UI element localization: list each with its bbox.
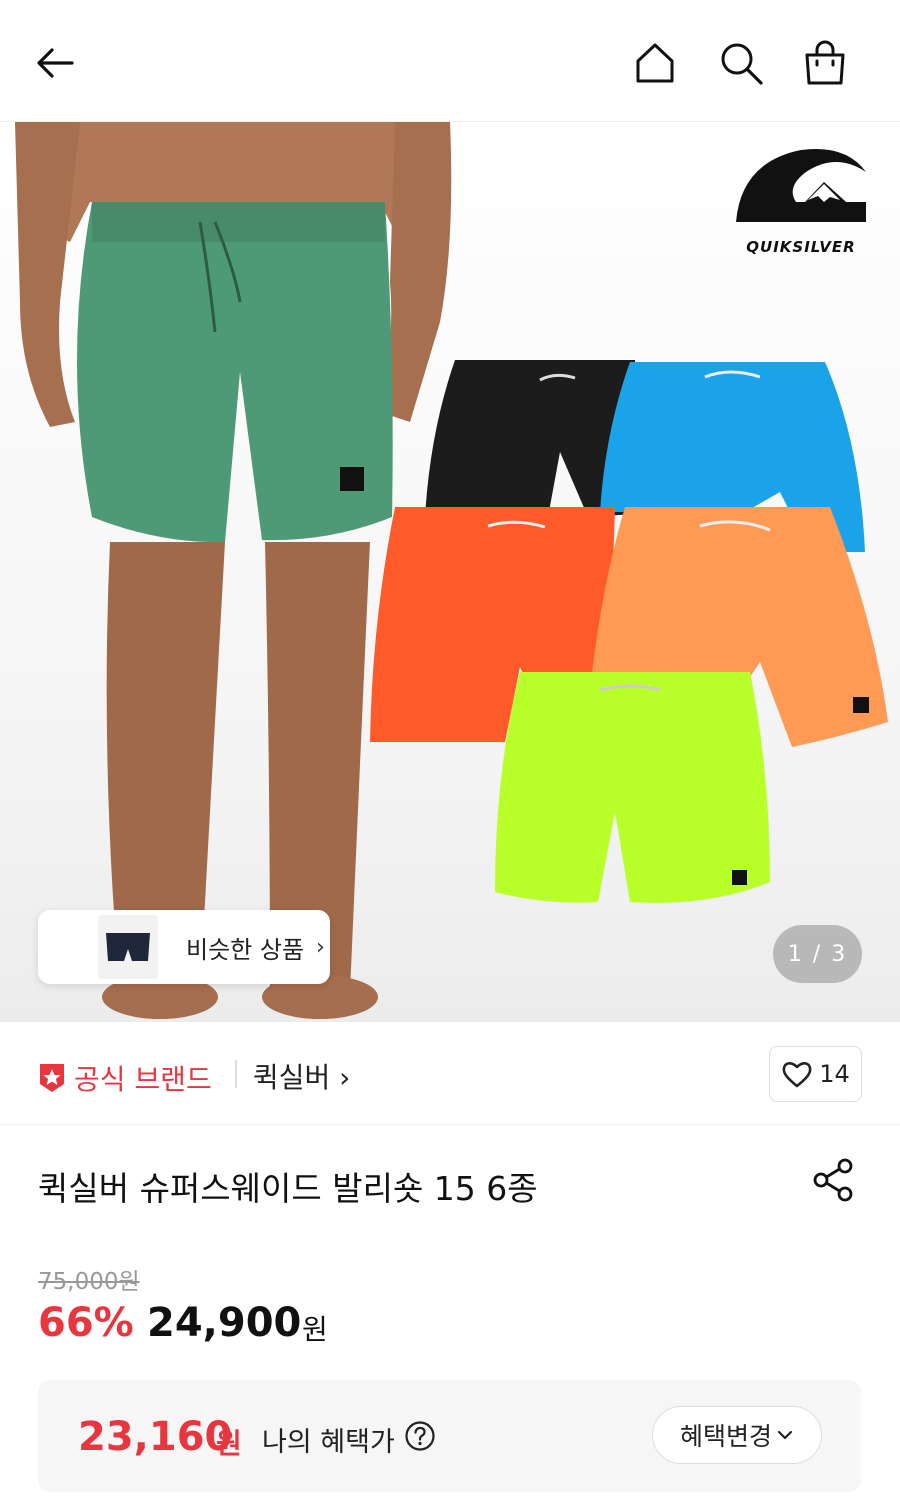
original-price: 75,000원 — [38, 1269, 140, 1295]
sale-price: 24,900 — [147, 1300, 302, 1346]
carousel-page-counter: 1 / 3 — [773, 925, 862, 983]
official-brand-badge: 공식 브랜드 — [38, 1058, 212, 1098]
home-icon — [636, 43, 674, 83]
back-button[interactable] — [30, 38, 80, 88]
official-brand-label: 공식 브랜드 — [74, 1063, 212, 1096]
benefit-price: 23,160 — [78, 1414, 233, 1460]
divider — [235, 1060, 237, 1088]
like-button[interactable]: 14 — [769, 1046, 862, 1102]
benefit-price-unit: 원 — [216, 1427, 242, 1460]
like-count: 14 — [819, 1060, 850, 1088]
brand-row: 공식 브랜드 퀵실버 › 14 — [0, 1022, 900, 1125]
quiksilver-logo: QUIKSILVER — [726, 142, 876, 267]
similar-products-button[interactable]: 비슷한 상품 › — [38, 910, 330, 984]
official-star-badge-icon — [40, 1064, 64, 1092]
share-button[interactable] — [810, 1157, 856, 1203]
shopping-bag-icon — [805, 40, 845, 85]
benefit-price-label: 나의 혜택가 — [262, 1427, 395, 1458]
product-title: 퀵실버 슈퍼스웨이드 발리숏 15 6종 — [38, 1169, 538, 1208]
product-image-carousel[interactable]: QUIKSILVER 비슷한 상품 › 1 / 3 — [0, 122, 900, 1022]
back-arrow-icon — [37, 48, 74, 78]
change-benefit-button[interactable]: 혜택변경 — [652, 1406, 822, 1464]
search-button[interactable] — [716, 38, 766, 88]
brand-logo-text: QUIKSILVER — [746, 238, 856, 256]
chevron-down-icon — [777, 1430, 793, 1440]
heart-icon — [782, 1062, 812, 1088]
brand-name-link[interactable]: 퀵실버 › — [253, 1056, 350, 1096]
shopping-bag-button[interactable] — [800, 38, 850, 88]
lime-shorts — [495, 672, 770, 903]
similar-products-label: 비슷한 상품 — [186, 935, 305, 964]
change-benefit-label: 혜택변경 — [679, 1422, 772, 1451]
help-question-icon[interactable] — [404, 1420, 436, 1452]
benefit-price-box: 23,160 원 나의 혜택가 혜택변경 — [38, 1380, 861, 1492]
green-shorts — [77, 202, 393, 543]
share-icon — [813, 1158, 853, 1202]
top-navigation-bar — [0, 0, 900, 122]
similar-product-thumbnail — [98, 915, 158, 979]
quiksilver-wave-mountain-icon — [736, 148, 866, 222]
sale-price-unit: 원 — [302, 1313, 328, 1346]
discount-rate: 66% — [38, 1300, 134, 1346]
search-icon — [721, 43, 763, 85]
home-button[interactable] — [630, 38, 680, 88]
chevron-right-icon: › — [316, 934, 325, 960]
